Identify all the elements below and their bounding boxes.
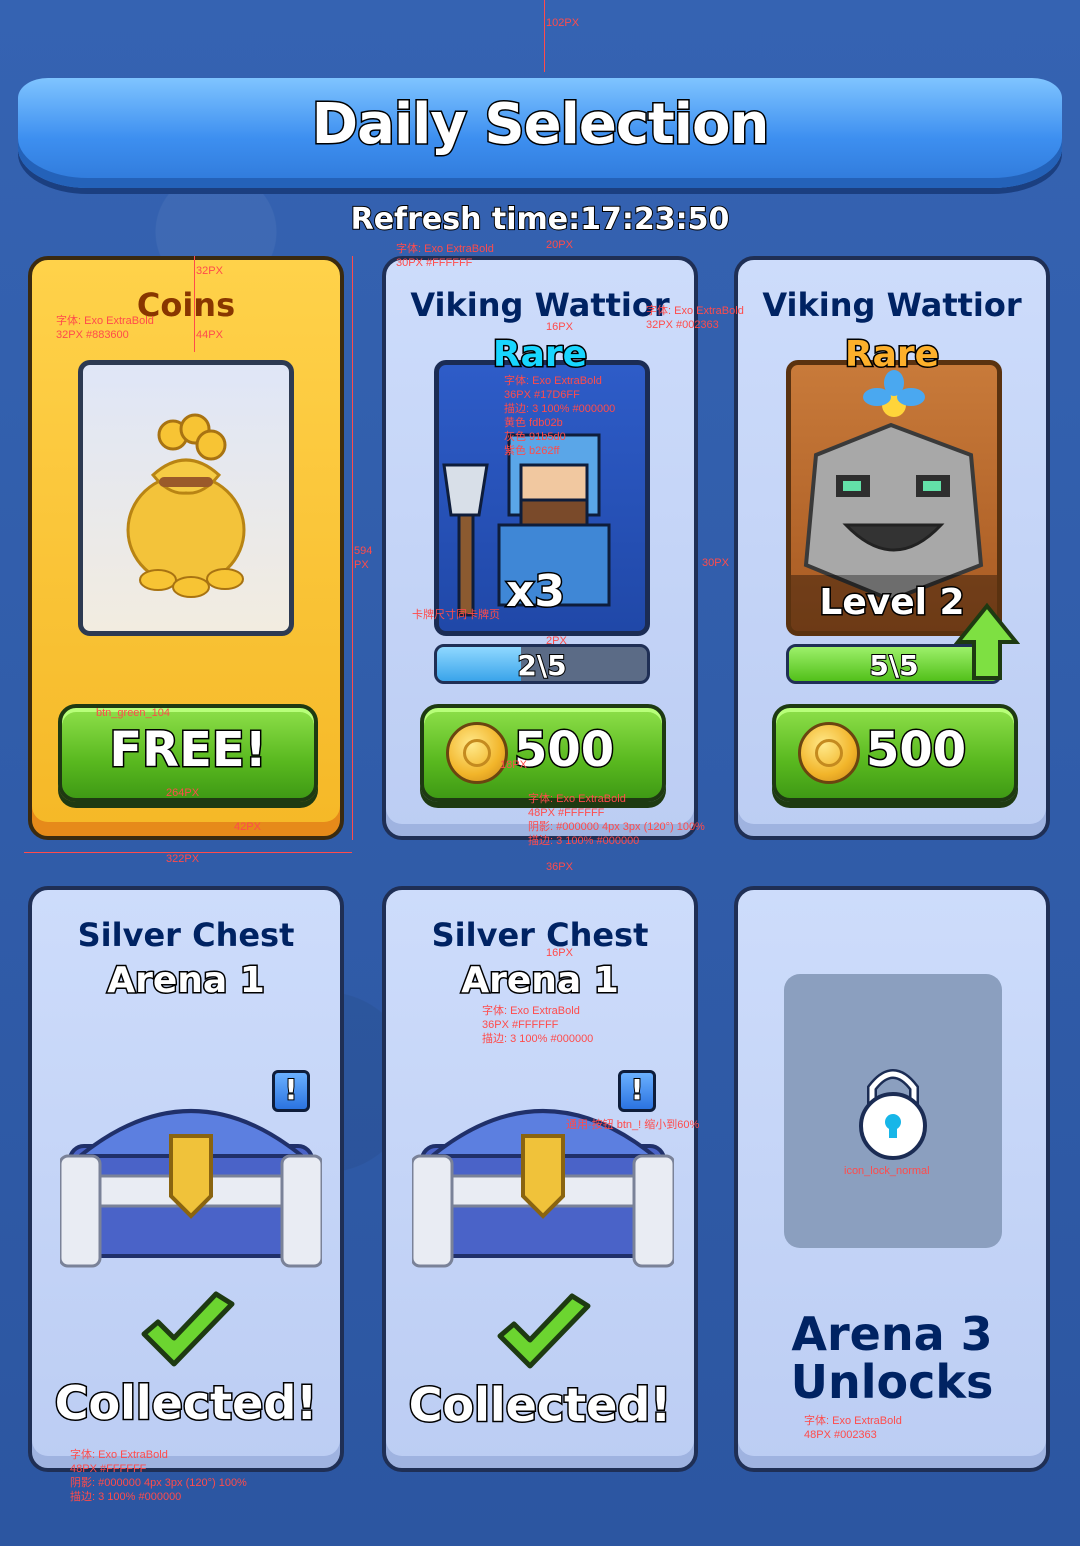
spec-note: 字体: Exo ExtraBold 36PX #17D6FF 描边: 3 100… — [504, 375, 616, 457]
spec-note: 通用-按钮 btn_! 缩小到60% — [566, 1119, 700, 1131]
arena-label: Arena 1 — [460, 959, 621, 1003]
locked-card: Arena 3 Unlocks — [734, 886, 1050, 1472]
buy-button-2[interactable]: 500 — [772, 704, 1018, 802]
locked-slot — [784, 974, 1002, 1248]
spec-note: 字体: Exo ExtraBold 32PX #002363 — [646, 305, 744, 331]
rarity-label: Rare — [491, 333, 588, 377]
badge-text: ! — [630, 1072, 645, 1107]
spec-note: 16PX — [546, 947, 573, 959]
spec-note: 36PX — [546, 861, 573, 873]
spec-note: 42PX — [234, 821, 261, 833]
badge-text: ! — [284, 1072, 299, 1107]
checkmark-icon — [497, 1293, 591, 1369]
coins-card[interactable]: Coins FREE! — [28, 256, 344, 840]
price-label: 500 — [513, 721, 616, 780]
spec-note: 16PX — [546, 321, 573, 333]
arena-label: Arena 1 — [106, 959, 267, 1003]
spec-note: 18PX — [500, 759, 527, 771]
spec-note: 264PX — [166, 787, 200, 799]
card-progress-bar: 2\5 — [434, 644, 650, 684]
upgrade-arrow-icon — [954, 602, 1020, 680]
free-button-label: FREE! — [108, 721, 268, 780]
viking-card-2[interactable]: Viking Wattior Rare Level 2 5\5 500 — [734, 256, 1050, 840]
chest-card-1[interactable]: Silver Chest Arena 1 ! Collected! — [28, 886, 344, 1472]
unlock-label: Arena 3 Unlocks — [790, 1307, 994, 1409]
coin-bag-art — [78, 360, 294, 636]
spec-note: 30PX — [702, 557, 729, 569]
chest-title: Silver Chest — [431, 916, 649, 954]
spec-note: 字体: Exo ExtraBold 48PX #FFFFFF 阴影: #0000… — [528, 793, 705, 847]
title-banner: Daily Selection — [10, 72, 1070, 197]
spec-note: 322PX — [166, 853, 200, 865]
collected-label: Collected! — [407, 1377, 672, 1434]
viking-card-1[interactable]: Viking Wattior Rare x3 2\5 500 — [382, 256, 698, 840]
price-label: 500 — [865, 721, 968, 780]
spec-line — [544, 0, 545, 72]
rarity-label: Rare — [843, 333, 940, 377]
coin-icon — [798, 722, 860, 784]
spec-note: btn_green_104 — [96, 707, 171, 719]
spec-note: 20PX — [546, 239, 573, 251]
coin-bag-icon — [126, 413, 246, 598]
exclamation-badge[interactable]: ! — [618, 1070, 656, 1112]
spec-note: 32PX — [196, 265, 223, 277]
spec-note: 594 PX — [354, 545, 373, 571]
checkmark-icon — [141, 1291, 235, 1367]
refresh-timer: Refresh time:17:23:50 — [350, 201, 731, 238]
page-title: Daily Selection — [310, 91, 771, 159]
chest-card-2[interactable]: Silver Chest Arena 1 ! Collected! — [382, 886, 698, 1472]
spec-note: 44PX — [196, 329, 223, 341]
spec-note: 字体: Exo ExtraBold 48PX #002363 — [804, 1415, 902, 1441]
spec-line — [352, 256, 353, 840]
spec-line — [194, 256, 195, 352]
progress-text: 2\5 — [516, 648, 567, 682]
spec-note: 字体: Exo ExtraBold 32PX #883600 — [56, 315, 154, 341]
spec-note: 字体: Exo ExtraBold 36PX #FFFFFF 描边: 3 100… — [482, 1005, 594, 1045]
exclamation-badge[interactable]: ! — [272, 1070, 310, 1112]
spec-note: icon_lock_normal — [844, 1165, 930, 1177]
spec-note: 字体: Exo ExtraBold 30PX #FFFFFF — [396, 243, 494, 269]
coin-icon — [446, 722, 508, 784]
spec-note: 102PX — [546, 17, 580, 29]
spec-note: 2PX — [546, 635, 567, 647]
card-title: Viking Wattior — [762, 286, 1022, 324]
buy-button-1[interactable]: 500 — [420, 704, 666, 802]
lock-icon — [859, 1069, 927, 1160]
collected-label: Collected! — [53, 1375, 318, 1432]
spec-note: 卡牌尺寸同卡牌页 — [412, 609, 500, 621]
spec-note: 字体: Exo ExtraBold 48PX #FFFFFF 阴影: #0000… — [70, 1449, 247, 1503]
card-count: x3 — [505, 565, 567, 619]
chest-title: Silver Chest — [77, 916, 295, 954]
